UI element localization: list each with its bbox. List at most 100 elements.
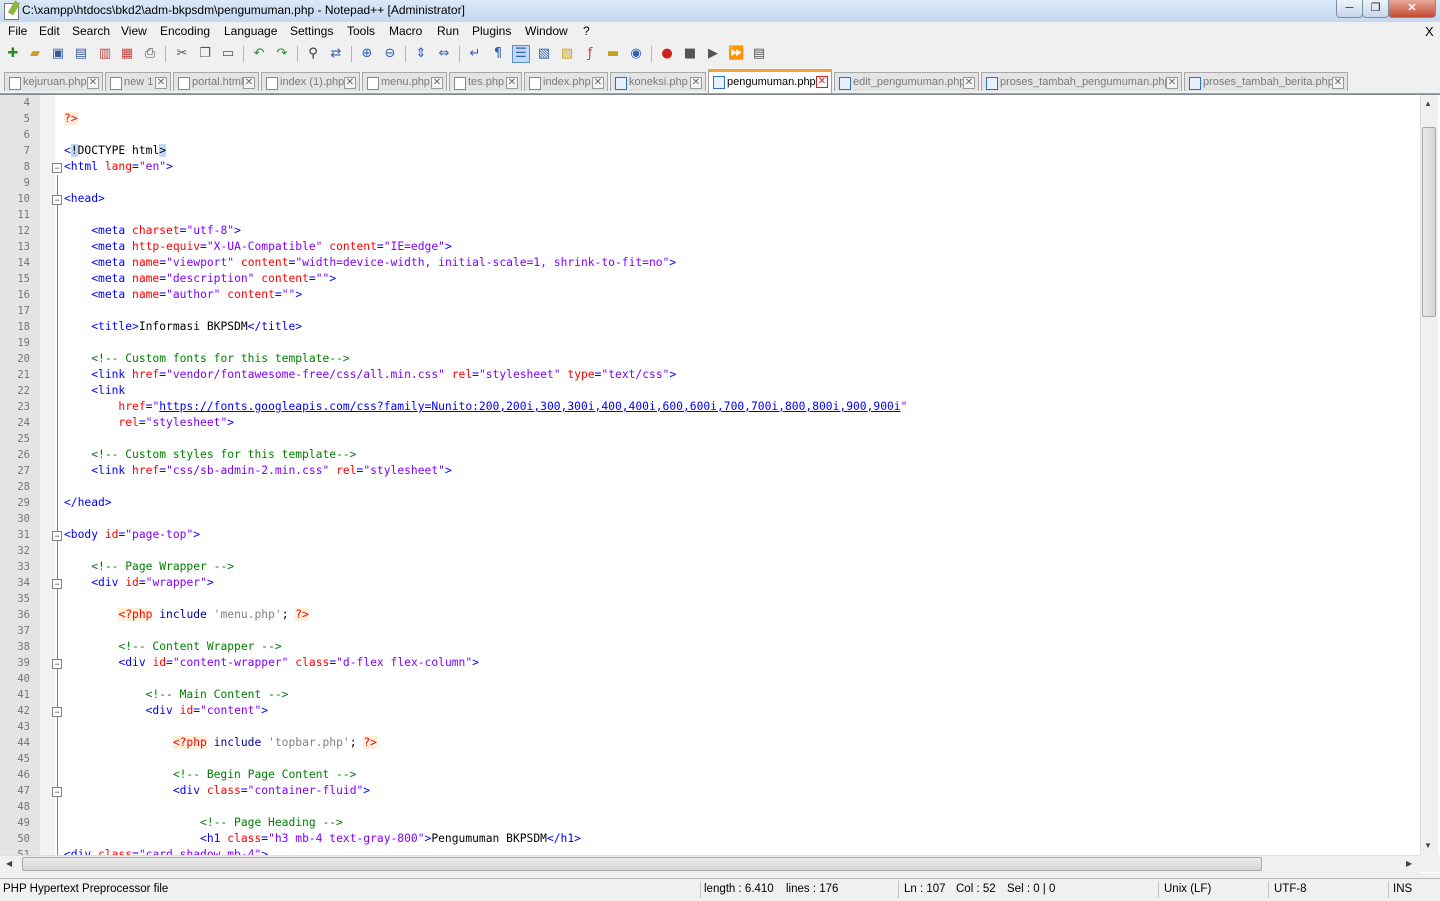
code-line[interactable]: 42 − <div id="content">	[0, 703, 1420, 719]
folder-as-workspace-icon[interactable]: ▬	[605, 46, 621, 62]
tab-edit-pengumuman[interactable]: edit_pengumuman.php ✕	[834, 72, 979, 91]
monitoring-icon[interactable]: ◉	[628, 46, 644, 62]
tab-kejuruan[interactable]: kejuruan.php ✕	[4, 72, 103, 91]
code-line[interactable]: 15 <meta name="description" content="">	[0, 271, 1420, 287]
sync-horizontal-icon[interactable]: ⇔	[436, 46, 452, 62]
fold-toggle-icon[interactable]: −	[52, 787, 62, 797]
code-line[interactable]: 27 <link href="css/sb-admin-2.min.css" r…	[0, 463, 1420, 479]
horizontal-scrollbar[interactable]: ◀ ▶	[0, 855, 1420, 873]
show-all-characters-icon[interactable]: ¶	[490, 46, 506, 62]
code-line[interactable]: 47 − <div class="container-fluid">	[0, 783, 1420, 799]
playback-macro-icon[interactable]: ▶	[705, 46, 721, 62]
maximize-button[interactable]: ❐	[1362, 0, 1389, 18]
fold-toggle-icon[interactable]: −	[52, 163, 62, 173]
code-line[interactable]: 6	[0, 127, 1420, 143]
tab-tes[interactable]: tes.php ✕	[449, 72, 522, 91]
code-line[interactable]: 45	[0, 751, 1420, 767]
fold-toggle-icon[interactable]: −	[52, 531, 62, 541]
open-file-icon[interactable]: ▰	[27, 46, 43, 62]
code-line[interactable]: 30	[0, 511, 1420, 527]
code-line[interactable]: 49 <!-- Page Heading -->	[0, 815, 1420, 831]
zoom-out-icon[interactable]: ⊖	[382, 46, 398, 62]
tab-close-icon[interactable]: ✕	[592, 77, 604, 89]
vertical-scroll-thumb[interactable]	[1422, 127, 1436, 317]
replace-icon[interactable]: ⇄	[328, 46, 344, 62]
scroll-left-arrow-icon[interactable]: ◀	[6, 859, 12, 868]
copy-icon[interactable]: ❐	[197, 46, 213, 62]
record-macro-icon[interactable]: ●	[659, 46, 675, 62]
menu-tools[interactable]: Tools	[347, 24, 375, 38]
code-line[interactable]: 20 <!-- Custom fonts for this template--…	[0, 351, 1420, 367]
code-line[interactable]: 40	[0, 671, 1420, 687]
code-line[interactable]: 5 ?>	[0, 111, 1420, 127]
code-line[interactable]: 17	[0, 303, 1420, 319]
menu-settings[interactable]: Settings	[290, 24, 333, 38]
code-line[interactable]: 41 <!-- Main Content -->	[0, 687, 1420, 703]
tab-portal[interactable]: portal.html ✕	[173, 72, 259, 91]
tab-proses-tambah-pengumuman[interactable]: proses_tambah_pengumuman.php ✕	[981, 72, 1182, 91]
close-window-button[interactable]: ✕	[1388, 0, 1436, 18]
status-eol-format[interactable]: Unix (LF)	[1164, 883, 1211, 895]
function-list-icon[interactable]: ƒ	[582, 46, 598, 62]
tab-index[interactable]: index.php ✕	[524, 72, 608, 91]
user-defined-language-icon[interactable]: ▧	[536, 46, 552, 62]
code-line[interactable]: 24 rel="stylesheet">	[0, 415, 1420, 431]
code-line[interactable]: 25	[0, 431, 1420, 447]
close-icon[interactable]: ▥	[97, 46, 113, 62]
fold-toggle-icon[interactable]: −	[52, 195, 62, 205]
code-line[interactable]: 29 </head>	[0, 495, 1420, 511]
menu-encoding[interactable]: Encoding	[160, 24, 210, 38]
print-icon[interactable]: ⎙	[142, 46, 158, 62]
code-line[interactable]: 37	[0, 623, 1420, 639]
tab-new-1[interactable]: new 1 ✕	[105, 72, 171, 91]
menu-plugins[interactable]: Plugins	[472, 24, 511, 38]
code-line[interactable]: 7 <!DOCTYPE html>	[0, 143, 1420, 159]
code-line[interactable]: 14 <meta name="viewport" content="width=…	[0, 255, 1420, 271]
vertical-scrollbar[interactable]: ▲ ▼	[1420, 95, 1438, 855]
tab-close-icon[interactable]: ✕	[1166, 77, 1178, 89]
tab-pengumuman[interactable]: pengumuman.php ✕	[708, 69, 832, 93]
code-line[interactable]: 50 <h1 class="h3 mb-4 text-gray-800">Pen…	[0, 831, 1420, 847]
code-editor[interactable]: 4 5 ?> 6 7 <!DOCTYPE html> 8− <html lang="en"> 9…	[0, 94, 1440, 873]
new-file-icon[interactable]: ✚	[5, 46, 21, 62]
menu-edit[interactable]: Edit	[39, 24, 60, 38]
redo-icon[interactable]: ↷	[274, 46, 290, 62]
code-line[interactable]: 36 <?php include 'menu.php'; ?>	[0, 607, 1420, 623]
tab-close-icon[interactable]: ✕	[344, 77, 356, 89]
code-line[interactable]: 19	[0, 335, 1420, 351]
stop-recording-icon[interactable]: ■	[682, 46, 698, 62]
tab-close-icon[interactable]: ✕	[87, 77, 99, 89]
tab-close-icon[interactable]: ✕	[816, 76, 828, 88]
scroll-right-arrow-icon[interactable]: ▶	[1406, 859, 1412, 868]
menu-window[interactable]: Window	[525, 24, 568, 38]
code-line[interactable]: 16 <meta name="author" content="">	[0, 287, 1420, 303]
fold-toggle-icon[interactable]: −	[52, 707, 62, 717]
tab-close-icon[interactable]: ✕	[690, 77, 702, 89]
code-line[interactable]: 23 href="https://fonts.googleapis.com/cs…	[0, 399, 1420, 415]
code-line[interactable]: 12 <meta charset="utf-8">	[0, 223, 1420, 239]
save-all-icon[interactable]: ▤	[73, 46, 89, 62]
scroll-up-arrow-icon[interactable]: ▲	[1424, 99, 1432, 108]
code-line[interactable]: 34 − <div id="wrapper">	[0, 575, 1420, 591]
code-area[interactable]: 4 5 ?> 6 7 <!DOCTYPE html> 8− <html lang="en"> 9…	[0, 95, 1420, 861]
menu-macro[interactable]: Macro	[389, 24, 422, 38]
menu-language[interactable]: Language	[224, 24, 277, 38]
code-line[interactable]: 32	[0, 543, 1420, 559]
code-line[interactable]: 21 <link href = "vendor/fontawesome-free/c…	[0, 367, 1420, 383]
indent-guide-icon[interactable]: ☰	[512, 45, 530, 63]
menu-file[interactable]: File	[8, 24, 27, 38]
tab-close-icon[interactable]: ✕	[1332, 77, 1344, 89]
fold-toggle-icon[interactable]: −	[52, 579, 62, 589]
close-document-button[interactable]: X	[1425, 24, 1434, 39]
code-line[interactable]: 22 <link	[0, 383, 1420, 399]
code-line[interactable]: 38 <!-- Content Wrapper -->	[0, 639, 1420, 655]
document-map-icon[interactable]: ▨	[559, 46, 575, 62]
code-line[interactable]: 13 <meta http-equiv="X-UA-Compatible" co…	[0, 239, 1420, 255]
sync-vertical-icon[interactable]: ⇕	[413, 46, 429, 62]
cut-icon[interactable]: ✂	[174, 46, 190, 62]
code-line[interactable]: 8 − <html lang="en">	[0, 159, 1420, 175]
code-line[interactable]: 18 <title>Informasi BKPSDM</title>	[0, 319, 1420, 335]
code-line[interactable]: 9	[0, 175, 1420, 191]
menu-help[interactable]: ?	[583, 24, 590, 38]
close-all-icon[interactable]: ▦	[119, 46, 135, 62]
